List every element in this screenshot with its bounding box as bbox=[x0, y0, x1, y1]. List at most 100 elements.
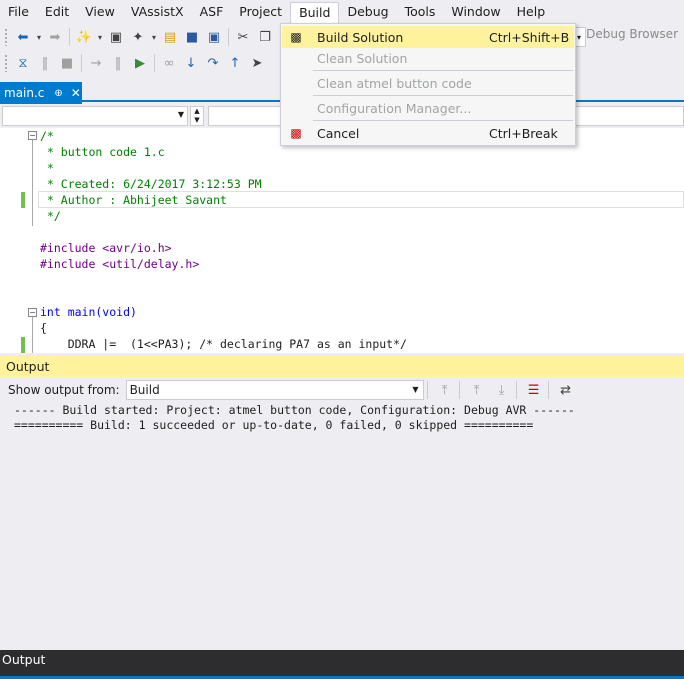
menu-separator bbox=[313, 120, 573, 121]
menu-project[interactable]: Project bbox=[231, 2, 290, 22]
build-dropdown-menu: ▩ Build Solution Ctrl+Shift+B Clean Solu… bbox=[280, 23, 576, 146]
step-out-icon[interactable]: ↑ bbox=[225, 53, 245, 73]
outline-guide bbox=[32, 140, 33, 226]
code-line: DDRA |= (1<<PA3); /* declaring PA7 as an… bbox=[40, 337, 407, 351]
output-bottom-tab[interactable]: Output bbox=[0, 650, 684, 676]
forward-icon[interactable]: ➡ bbox=[45, 27, 65, 47]
menu-item-label: Clean Solution bbox=[317, 50, 408, 66]
change-marker bbox=[21, 337, 25, 353]
copy-icon[interactable]: ❐ bbox=[255, 27, 275, 47]
menu-window[interactable]: Window bbox=[443, 2, 508, 22]
add-item-icon[interactable]: ▣ bbox=[106, 27, 126, 47]
menu-tools[interactable]: Tools bbox=[397, 2, 444, 22]
chevron-down-icon[interactable]: ▾ bbox=[150, 27, 158, 47]
start-debugging-icon[interactable]: ▶ bbox=[130, 53, 150, 73]
previous-message-icon[interactable]: ⤒ bbox=[467, 380, 487, 400]
next-message-icon[interactable]: ⤓ bbox=[492, 380, 512, 400]
menu-item-shortcut: Ctrl+Break bbox=[489, 125, 558, 141]
continue-arrow-icon[interactable]: → bbox=[86, 53, 106, 73]
output-pane-title[interactable]: Output bbox=[0, 355, 684, 377]
code-line: int main(void) bbox=[40, 305, 137, 319]
code-line: * button code 1.c bbox=[40, 145, 165, 159]
scope-dropdown[interactable]: ▼ bbox=[2, 106, 188, 126]
output-source-value: Build bbox=[129, 383, 160, 397]
close-icon[interactable]: ✕ bbox=[71, 86, 81, 100]
debug-browser-label[interactable]: Debug Browser bbox=[586, 27, 678, 41]
code-line: /* bbox=[40, 129, 54, 143]
cut-icon[interactable]: ✂ bbox=[233, 27, 253, 47]
toolbar-separator bbox=[426, 381, 428, 399]
step-over-icon[interactable]: ↷ bbox=[203, 53, 223, 73]
change-marker bbox=[21, 192, 25, 208]
build-icon: ▩ bbox=[290, 30, 302, 44]
chevron-down-icon: ▼ bbox=[412, 385, 419, 394]
chevron-up-icon[interactable]: ▲ bbox=[194, 107, 199, 116]
chevron-down-icon[interactable]: ▼ bbox=[194, 116, 199, 125]
new-project-icon[interactable]: ✨ bbox=[74, 27, 94, 47]
menu-separator bbox=[313, 95, 573, 96]
menu-bar: File Edit View VAssistX ASF Project Buil… bbox=[0, 0, 684, 24]
output-toolbar: Show output from: Build ▼ ⤒ ⤒ ⤓ ☰ ⇄ bbox=[0, 377, 684, 403]
menu-item-clean-project[interactable]: Clean atmel button code bbox=[282, 72, 574, 94]
back-icon[interactable]: ⬅ bbox=[13, 27, 33, 47]
code-editor[interactable]: − /* * button code 1.c * * Created: 6/24… bbox=[0, 128, 684, 353]
code-line: */ bbox=[40, 209, 61, 223]
menu-item-shortcut: Ctrl+Shift+B bbox=[489, 29, 570, 45]
menu-item-label: Clean atmel button code bbox=[317, 75, 472, 91]
code-line: * Author : Abhijeet Savant bbox=[40, 193, 227, 207]
new-file-icon[interactable]: ✦ bbox=[128, 27, 148, 47]
step-into-icon[interactable]: ↓ bbox=[181, 53, 201, 73]
menu-asf[interactable]: ASF bbox=[192, 2, 232, 22]
toolbar-grip[interactable] bbox=[4, 28, 8, 46]
save-all-icon[interactable]: ▣ bbox=[204, 27, 224, 47]
menu-edit[interactable]: Edit bbox=[37, 2, 77, 22]
show-next-statement-icon[interactable]: ∞ bbox=[159, 53, 179, 73]
menu-item-label: Build Solution bbox=[317, 29, 404, 45]
output-title: Output bbox=[6, 358, 50, 374]
output-source-dropdown[interactable]: Build ▼ bbox=[125, 380, 424, 400]
collapse-icon[interactable]: − bbox=[28, 308, 37, 317]
code-line: { bbox=[40, 321, 47, 335]
toolbar-separator bbox=[154, 54, 155, 72]
clear-all-icon[interactable]: ☰ bbox=[524, 380, 544, 400]
menu-item-cancel[interactable]: ▩ Cancel Ctrl+Break bbox=[282, 122, 574, 144]
pause-icon[interactable]: ‖ bbox=[35, 53, 55, 73]
break-all-icon[interactable]: ‖ bbox=[108, 53, 128, 73]
chevron-down-icon[interactable]: ▾ bbox=[96, 27, 104, 47]
toolbar-separator bbox=[228, 28, 229, 46]
show-output-from-label: Show output from: bbox=[8, 383, 120, 397]
toolbar-grip[interactable] bbox=[4, 54, 8, 72]
find-message-icon[interactable]: ⤒ bbox=[435, 380, 455, 400]
menu-file[interactable]: File bbox=[0, 2, 37, 22]
menu-item-label: Configuration Manager... bbox=[317, 100, 472, 116]
cancel-build-icon: ▩ bbox=[290, 126, 302, 140]
menu-build[interactable]: Build bbox=[290, 2, 340, 24]
toolbar-separator bbox=[547, 381, 549, 399]
chevron-down-icon[interactable]: ▾ bbox=[35, 27, 43, 47]
output-bottom-tab-label: Output bbox=[2, 652, 46, 667]
code-line: * bbox=[40, 161, 54, 175]
menu-item-configuration-manager[interactable]: Configuration Manager... bbox=[282, 97, 574, 119]
menu-item-build-solution[interactable]: ▩ Build Solution Ctrl+Shift+B bbox=[282, 26, 574, 48]
toolbar-separator bbox=[515, 381, 517, 399]
open-folder-icon[interactable]: ▤ bbox=[160, 27, 180, 47]
menu-debug[interactable]: Debug bbox=[339, 2, 396, 22]
toolbar-separator bbox=[69, 28, 70, 46]
menu-item-clean-solution[interactable]: Clean Solution bbox=[282, 47, 574, 69]
menu-vassistx[interactable]: VAssistX bbox=[123, 2, 192, 22]
cursor-icon[interactable]: ➤ bbox=[247, 53, 267, 73]
pin-icon[interactable]: ⊕ bbox=[54, 88, 62, 99]
code-line: #include <util/delay.h> bbox=[40, 257, 200, 271]
scope-spinner[interactable]: ▲ ▼ bbox=[190, 106, 204, 126]
output-text-area[interactable]: ------ Build started: Project: atmel but… bbox=[0, 403, 684, 650]
collapse-icon[interactable]: − bbox=[28, 131, 37, 140]
save-icon[interactable]: ■ bbox=[182, 27, 202, 47]
output-line: ========== Build: 1 succeeded or up-to-d… bbox=[14, 418, 534, 432]
word-wrap-icon[interactable]: ⇄ bbox=[556, 380, 576, 400]
step-icon[interactable]: ⧖ bbox=[13, 53, 33, 73]
tab-title: main.c bbox=[4, 86, 45, 100]
menu-view[interactable]: View bbox=[77, 2, 123, 22]
outline-guide bbox=[32, 316, 33, 353]
stop-icon[interactable]: ■ bbox=[57, 53, 77, 73]
menu-help[interactable]: Help bbox=[509, 2, 554, 22]
